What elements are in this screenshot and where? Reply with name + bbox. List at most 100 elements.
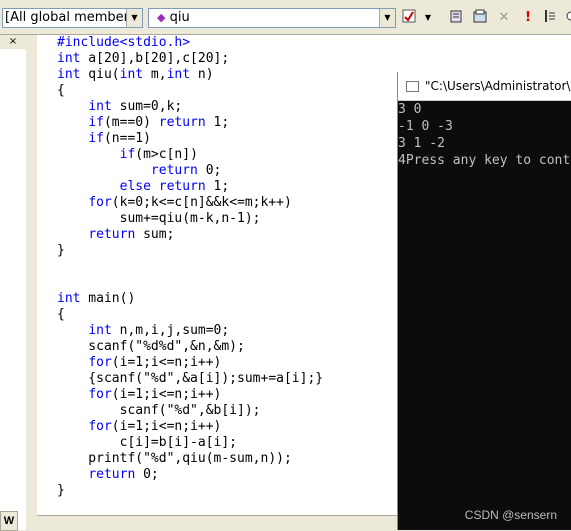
console-line: 3 1 -2 — [398, 136, 445, 151]
diamond-icon: ◆ — [157, 11, 166, 24]
code-keyword: return — [158, 179, 206, 194]
source-code[interactable]: #include<stdio.h> int a[20],b[20],c[20]; i… — [57, 35, 323, 499]
close-icon[interactable]: × — [0, 35, 26, 49]
code-text: 0; — [135, 467, 159, 482]
workspace-pane: × W — [0, 35, 27, 531]
code-line[interactable]: for(i=1;i<=n;i++) — [57, 387, 323, 403]
code-line[interactable]: int a[20],b[20],c[20]; — [57, 51, 323, 67]
code-text: 0; — [197, 163, 222, 178]
code-text: 1; — [205, 115, 230, 130]
code-keyword: return — [88, 227, 136, 242]
code-line[interactable]: { — [57, 83, 323, 99]
code-text: (i=1;i<=n;i++) — [111, 419, 222, 434]
code-line[interactable]: printf("%d",qiu(m-sum,n)); — [57, 451, 323, 467]
wizard-icon[interactable] — [399, 8, 419, 28]
code-line[interactable]: else return 1; — [57, 179, 323, 195]
code-text: (n==1) — [103, 131, 151, 146]
code-keyword: for — [88, 419, 112, 434]
code-line[interactable]: return sum; — [57, 227, 323, 243]
code-line[interactable]: sum+=qiu(m-k,n-1); — [57, 211, 323, 227]
code-line[interactable]: scanf("%d%d",&n,&m); — [57, 339, 323, 355]
code-text: } — [57, 243, 65, 258]
code-keyword: int — [88, 99, 112, 114]
code-keyword: int — [57, 67, 81, 82]
code-line[interactable]: #include<stdio.h> — [57, 35, 323, 51]
compile-icon[interactable] — [446, 8, 466, 28]
code-line[interactable]: } — [57, 243, 323, 259]
code-line[interactable] — [57, 275, 323, 291]
code-keyword: int — [57, 291, 81, 306]
horizontal-scrollbar[interactable] — [37, 515, 397, 531]
code-line[interactable]: return 0; — [57, 467, 323, 483]
code-text: sum=0,k; — [111, 99, 183, 114]
execute-icon[interactable]: ! — [518, 8, 538, 28]
code-text: n) — [190, 67, 214, 82]
code-keyword: int — [57, 51, 81, 66]
code-keyword: int — [119, 67, 144, 82]
code-text: printf("%d",qiu(m-sum,n)); — [57, 451, 292, 466]
scope-combo[interactable]: [All global members ▼ — [2, 8, 143, 28]
code-keyword: return — [158, 115, 206, 130]
code-text: c[i]=b[i]-a[i]; — [57, 435, 238, 450]
toolbar: [All global members ▼ ◆ qiu ▼ ▼ ✕ ! — [0, 0, 571, 35]
code-text: n,m,i,j,sum=0; — [111, 323, 230, 338]
console-window[interactable]: "C:\Users\Administrator\ 3 0 -1 0 -3 3 1 -… — [397, 72, 571, 530]
code-line[interactable]: {scanf("%d",&a[i]);sum+=a[i];} — [57, 371, 323, 387]
console-title-bar[interactable]: "C:\Users\Administrator\ — [398, 72, 571, 101]
code-line[interactable]: int sum=0,k; — [57, 99, 323, 115]
chevron-down-icon[interactable]: ▼ — [418, 8, 438, 28]
code-text: main() — [80, 291, 136, 306]
watermark: CSDN @sensern — [464, 508, 557, 522]
code-text: 1; — [205, 179, 230, 194]
go-icon[interactable] — [540, 8, 560, 28]
code-line[interactable]: int main() — [57, 291, 323, 307]
stop-build-icon[interactable]: ✕ — [494, 8, 514, 28]
vertical-scrollbar[interactable] — [26, 35, 36, 530]
code-text: {scanf("%d",&a[i]);sum+=a[i];} — [57, 371, 324, 386]
code-line[interactable]: int n,m,i,j,sum=0; — [57, 323, 323, 339]
code-line[interactable]: for(k=0;k<=c[n]&&k<=m;k++) — [57, 195, 323, 211]
console-title: "C:\Users\Administrator\ — [425, 79, 571, 93]
function-combo[interactable]: ◆ qiu ▼ — [148, 8, 396, 28]
code-text: (i=1;i<=n;i++) — [111, 355, 222, 370]
build-icon[interactable] — [470, 8, 490, 28]
breakpoint-icon[interactable] — [560, 8, 571, 28]
console-line: -1 0 -3 — [398, 119, 453, 134]
function-combo-value: qiu — [169, 10, 190, 25]
chevron-down-icon[interactable]: ▼ — [379, 9, 395, 27]
code-line[interactable]: scanf("%d",&b[i]); — [57, 403, 323, 419]
code-line[interactable]: if(m==0) return 1; — [57, 115, 323, 131]
code-text: qiu( — [80, 67, 120, 82]
code-line[interactable]: } — [57, 483, 323, 499]
code-line[interactable]: if(n==1) — [57, 131, 323, 147]
code-line[interactable]: c[i]=b[i]-a[i]; — [57, 435, 323, 451]
code-text: sum; — [135, 227, 175, 242]
code-keyword: for — [88, 355, 112, 370]
code-line[interactable]: { — [57, 307, 323, 323]
code-text: (k=0;k<=c[n]&&k<=m;k++) — [111, 195, 292, 210]
code-line[interactable]: for(i=1;i<=n;i++) — [57, 419, 323, 435]
code-text: sum+=qiu(m-k,n-1); — [57, 211, 261, 226]
code-text: m, — [143, 67, 167, 82]
code-keyword: #include<stdio.h> — [57, 35, 191, 50]
code-line[interactable]: return 0; — [57, 163, 323, 179]
code-text: } — [57, 483, 65, 498]
code-line[interactable]: for(i=1;i<=n;i++) — [57, 355, 323, 371]
code-line[interactable] — [57, 259, 323, 275]
code-line[interactable]: int qiu(int m,int n) — [57, 67, 323, 83]
code-text: (i=1;i<=n;i++) — [111, 387, 222, 402]
chevron-down-icon[interactable]: ▼ — [126, 9, 142, 27]
code-line[interactable]: if(m>c[n]) — [57, 147, 323, 163]
console-icon — [406, 81, 419, 92]
workspace-tab[interactable]: W — [0, 511, 18, 531]
code-text: { — [57, 83, 65, 98]
